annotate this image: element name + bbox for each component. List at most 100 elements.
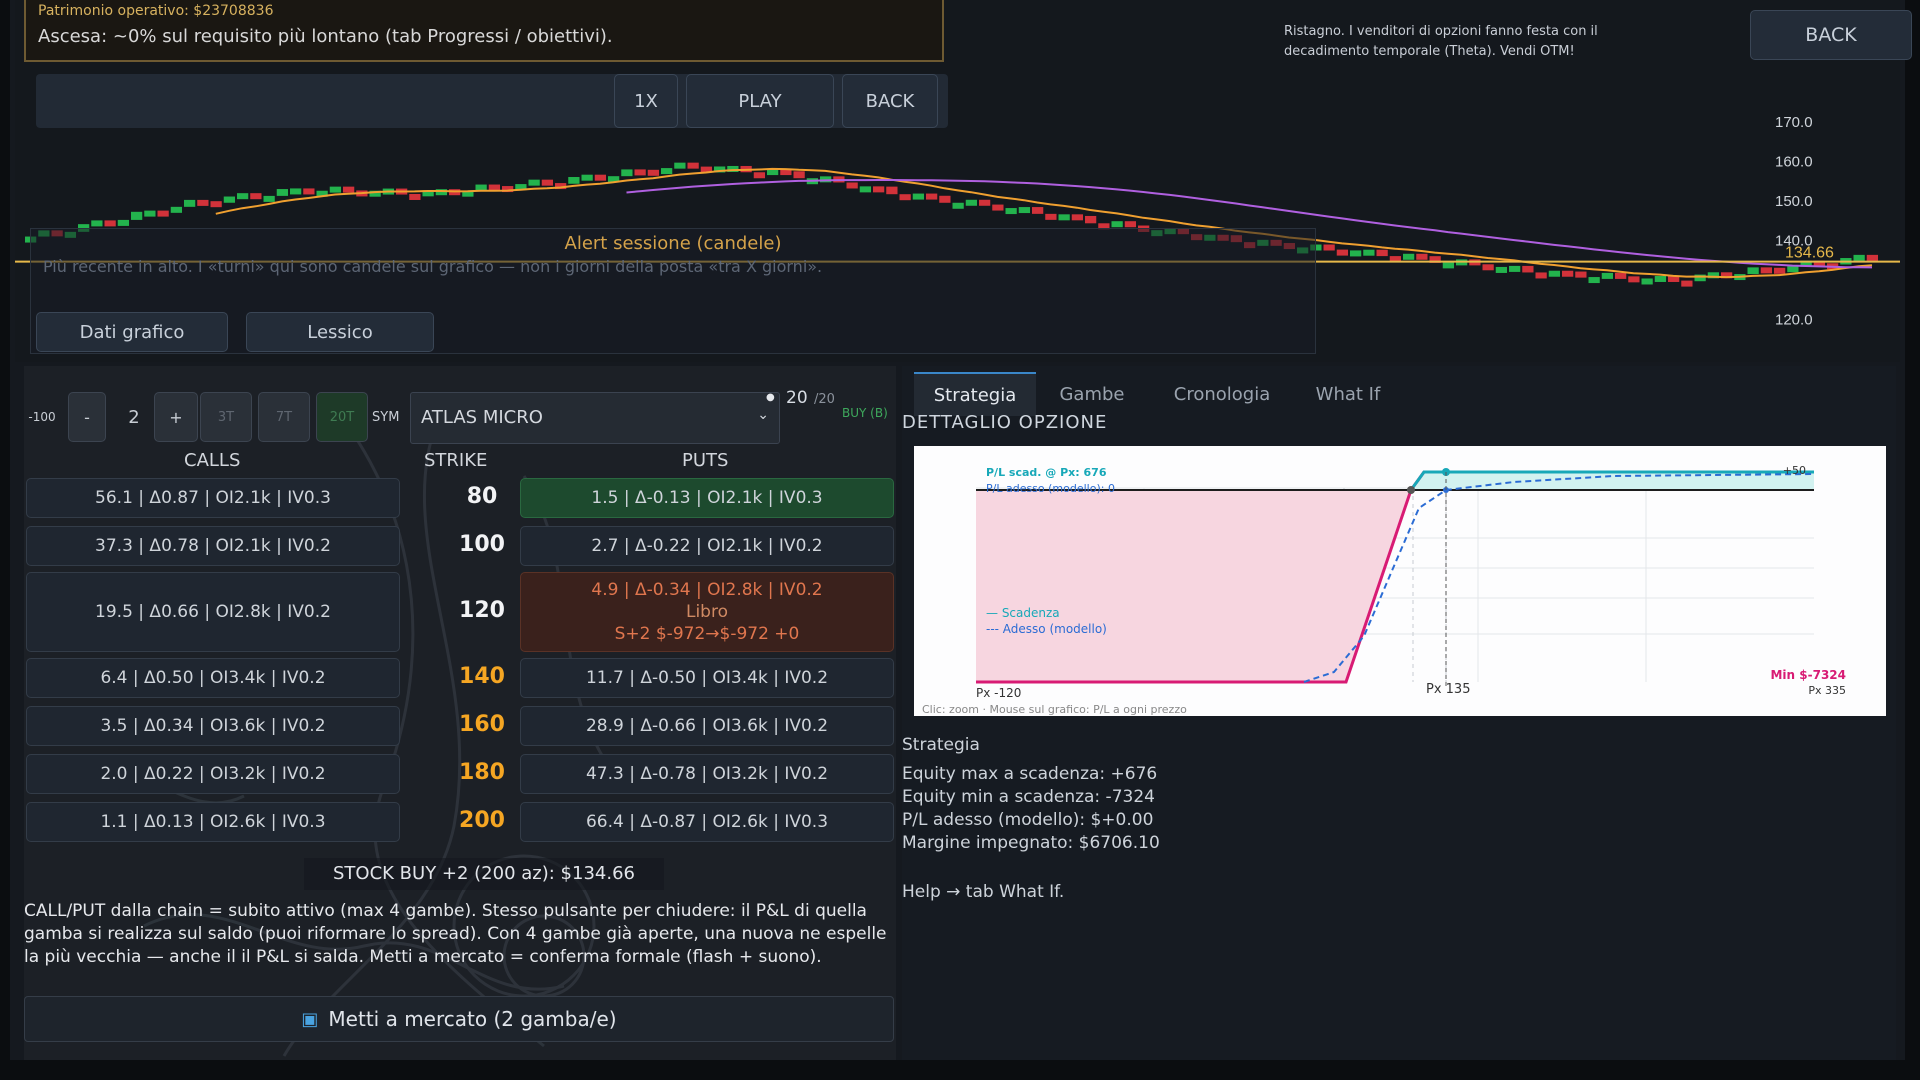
put-cell[interactable]: 11.7 | Δ-0.50 | OI3.4k | IV0.2 <box>520 658 894 698</box>
candle <box>1601 272 1614 279</box>
equity-min: Equity min a scadenza: -7324 <box>902 787 1155 807</box>
put-cell[interactable]: 47.3 | Δ-0.78 | OI3.2k | IV0.2 <box>520 754 894 794</box>
tab-what-if[interactable]: What If <box>1300 372 1396 416</box>
candle <box>1032 207 1044 214</box>
call-cell[interactable]: 19.5 | Δ0.66 | OI2.8k | IV0.2 <box>26 572 400 652</box>
candle <box>952 202 964 209</box>
candle <box>859 186 872 193</box>
patrimonio-label: Patrimonio operativo: $23708836 <box>38 3 274 19</box>
candle <box>674 162 686 169</box>
px-right-label: Px 335 <box>1808 684 1846 697</box>
turns-3t-button[interactable]: 3T <box>200 392 252 442</box>
candle <box>1376 249 1388 257</box>
put-cell-active[interactable]: 4.9 | Δ-0.34 | OI2.8k | IV0.2 Libro S+2 … <box>520 572 894 652</box>
call-cell[interactable]: 3.5 | Δ0.34 | OI3.6k | IV0.2 <box>26 706 400 746</box>
payoff-chart[interactable]: P/L scad. @ Px: 676 P/L adesso (modello)… <box>914 446 1886 716</box>
equity-max: Equity max a scadenza: +676 <box>902 764 1158 784</box>
candle <box>1416 253 1428 260</box>
candle <box>753 172 766 179</box>
candle <box>647 169 660 176</box>
market-button[interactable]: ▣ Metti a mercato (2 gamba/e) <box>24 996 894 1042</box>
candle <box>1562 270 1574 277</box>
candle <box>1350 250 1362 257</box>
candle <box>329 186 342 193</box>
y-tick-label: 120.0 <box>1775 312 1813 329</box>
candle <box>1615 272 1627 279</box>
candle <box>223 196 236 203</box>
candle <box>621 169 633 177</box>
candle <box>104 220 116 227</box>
call-cell[interactable]: 6.4 | Δ0.50 | OI3.4k | IV0.2 <box>26 658 400 698</box>
put-book-label: Libro <box>685 602 728 622</box>
candle <box>899 194 911 201</box>
qty-plus-button[interactable]: + <box>154 392 198 442</box>
min-label: Min $-7324 <box>1770 668 1846 682</box>
strategy-panel: Strategia Gambe Cronologia What If DETTA… <box>902 366 1896 1060</box>
candle <box>965 199 978 206</box>
candle <box>1787 266 1799 273</box>
pl-adesso-label: P/L adesso (modello): 0 <box>986 482 1115 495</box>
put-cell[interactable]: 66.4 | Δ-0.87 | OI2.6k | IV0.3 <box>520 802 894 842</box>
turns-20t-button[interactable]: 20T <box>316 392 368 442</box>
candle <box>1654 275 1667 282</box>
back-top-button[interactable]: BACK <box>1750 10 1912 60</box>
call-cell[interactable]: 56.1 | Δ0.87 | OI2.1k | IV0.3 <box>26 478 400 518</box>
candle <box>939 195 951 203</box>
play-button[interactable]: PLAY <box>686 74 834 128</box>
strategy-stats: Strategia Equity max a scadenza: +676 Eq… <box>902 734 1160 904</box>
sym-label: SYM <box>372 410 400 425</box>
candle <box>1058 214 1070 221</box>
margin: Margine impegnato: $6706.10 <box>902 833 1160 853</box>
hud-status-box: Patrimonio operativo: $23708836 Ascesa: … <box>24 0 944 62</box>
put-cell[interactable]: 1.5 | Δ-0.13 | OI2.1k | IV0.3 <box>520 478 894 518</box>
px-mid-label: Px 135 <box>1426 682 1471 697</box>
stock-buy-summary: STOCK BUY +2 (200 az): $134.66 <box>304 858 664 890</box>
back-button[interactable]: BACK <box>842 74 938 128</box>
turns-7t-button[interactable]: 7T <box>258 392 310 442</box>
option-chain-panel: -100 - 2 + 3T 7T 20T SYM ATLAS MICRO ⌄ ●… <box>24 366 896 1060</box>
candle <box>979 199 991 206</box>
candle <box>1363 249 1375 256</box>
candle <box>1071 214 1084 221</box>
candle <box>661 168 673 175</box>
candle <box>1495 266 1508 273</box>
qty-minus-button[interactable]: - <box>68 392 106 442</box>
y-tick-label: 160.0 <box>1775 154 1813 171</box>
tab-gambe[interactable]: Gambe <box>1042 372 1142 416</box>
qty-value[interactable]: 2 <box>114 392 154 442</box>
candle <box>1442 262 1455 269</box>
candle <box>846 182 858 189</box>
tab-strategia[interactable]: Strategia <box>914 372 1036 416</box>
call-cell[interactable]: 2.0 | Δ0.22 | OI3.2k | IV0.2 <box>26 754 400 794</box>
call-cell[interactable]: 37.3 | Δ0.78 | OI2.1k | IV0.2 <box>26 526 400 566</box>
candle <box>170 206 183 213</box>
y-tick-label: 140.0 <box>1775 233 1813 250</box>
candle <box>1045 213 1057 220</box>
candle <box>276 189 289 196</box>
dati-grafico-button[interactable]: Dati grafico <box>36 312 228 352</box>
candle <box>1866 254 1879 261</box>
candle <box>237 193 249 200</box>
candle <box>1509 265 1521 272</box>
buy-shortcut-label: BUY (B) <box>842 406 888 420</box>
speed-button[interactable]: 1X <box>614 74 678 128</box>
put-position-summary: S+2 $-972→$-972 +0 <box>614 624 800 644</box>
candle <box>303 188 315 195</box>
put-cell[interactable]: 2.7 | Δ-0.22 | OI2.1k | IV0.2 <box>520 526 894 566</box>
candle <box>1535 272 1547 279</box>
alert-subtitle: Più recente in alto. I «turni» qui sono … <box>43 257 823 276</box>
minus-100-button[interactable]: -100 <box>24 392 60 442</box>
lessico-button[interactable]: Lessico <box>246 312 434 352</box>
call-cell[interactable]: 1.1 | Δ0.13 | OI2.6k | IV0.3 <box>26 802 400 842</box>
candle <box>1588 277 1600 284</box>
put-cell[interactable]: 28.9 | Δ-0.66 | OI3.6k | IV0.2 <box>520 706 894 746</box>
alert-title: Alert sessione (candele) <box>564 233 782 254</box>
symbol-select[interactable]: ATLAS MICRO ⌄ <box>410 392 780 444</box>
help-link[interactable]: Help → tab What If. <box>902 881 1160 904</box>
tab-cronologia[interactable]: Cronologia <box>1152 372 1292 416</box>
candle <box>1323 244 1335 251</box>
market-note: Ristagno. I venditori di opzioni fanno f… <box>1284 24 1598 59</box>
chain-help-text: CALL/PUT dalla chain = subito attivo (ma… <box>24 901 887 967</box>
candle <box>117 219 130 226</box>
candle <box>594 174 607 181</box>
